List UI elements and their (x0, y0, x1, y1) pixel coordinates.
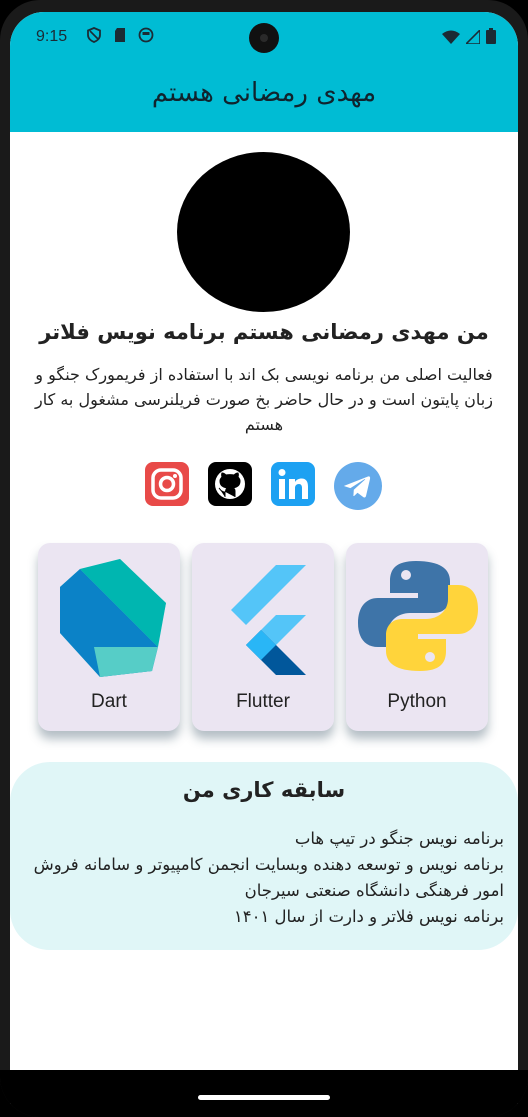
experience-list: برنامه نویس جنگو در تیپ هاب برنامه نویس … (20, 826, 504, 930)
dart-icon (60, 559, 166, 677)
experience-item: برنامه نویس فلاتر و دارت از سال ۱۴۰۱ (233, 907, 504, 926)
experience-title: سابقه کاری من (182, 778, 346, 802)
status-icons-right (442, 27, 496, 48)
battery-icon (486, 28, 496, 48)
telegram-link[interactable] (334, 462, 382, 510)
signal-icon (464, 27, 481, 48)
skill-card-flutter[interactable]: Flutter (192, 543, 334, 731)
status-bar: 9:15 (10, 12, 518, 64)
profile-bio: فعالیت اصلی من برنامه نویسی بک اند با اس… (35, 365, 493, 434)
linkedin-icon (278, 469, 308, 499)
github-link[interactable] (208, 462, 252, 506)
skills-row: Dart Flutter Python (38, 543, 490, 733)
social-links (145, 462, 385, 510)
experience-item: برنامه نویس و توسعه دهنده وبسایت انجمن ک… (33, 855, 504, 900)
skill-card-dart[interactable]: Dart (38, 543, 180, 731)
shield-icon (86, 27, 102, 43)
flutter-icon (231, 565, 306, 675)
face-icon (138, 27, 154, 43)
status-icons-left (86, 27, 154, 43)
wifi-icon (442, 29, 460, 48)
home-gesture-bar[interactable] (198, 1095, 330, 1100)
experience-section: سابقه کاری من برنامه نویس جنگو در تیپ ها… (10, 762, 518, 950)
skill-label: Python (387, 691, 447, 712)
navigation-bar (0, 1070, 528, 1117)
skill-card-python[interactable]: Python (346, 543, 488, 731)
instagram-icon (151, 468, 183, 500)
app-bar: مهدی رمضانی هستم (10, 64, 518, 132)
skill-label: Dart (91, 691, 127, 712)
front-camera (249, 23, 279, 53)
github-icon (215, 469, 245, 499)
experience-item: برنامه نویس جنگو در تیپ هاب (294, 829, 504, 848)
status-time: 9:15 (36, 28, 68, 45)
instagram-link[interactable] (145, 462, 189, 506)
profile-headline: من مهدی رمضانی هستم برنامه نویس فلاتر (39, 320, 489, 344)
telegram-icon (334, 462, 382, 510)
linkedin-link[interactable] (271, 462, 315, 506)
skill-label: Flutter (236, 691, 290, 712)
sd-card-icon (112, 27, 128, 43)
phone-frame: 9:15 مهدی رمضانی هستم من مهدی رمضانی هست… (0, 0, 528, 1117)
app-bar-title: مهدی رمضانی هستم (151, 78, 377, 108)
python-icon (358, 561, 478, 671)
avatar (177, 152, 350, 312)
app-screen: 9:15 مهدی رمضانی هستم من مهدی رمضانی هست… (10, 12, 518, 1104)
